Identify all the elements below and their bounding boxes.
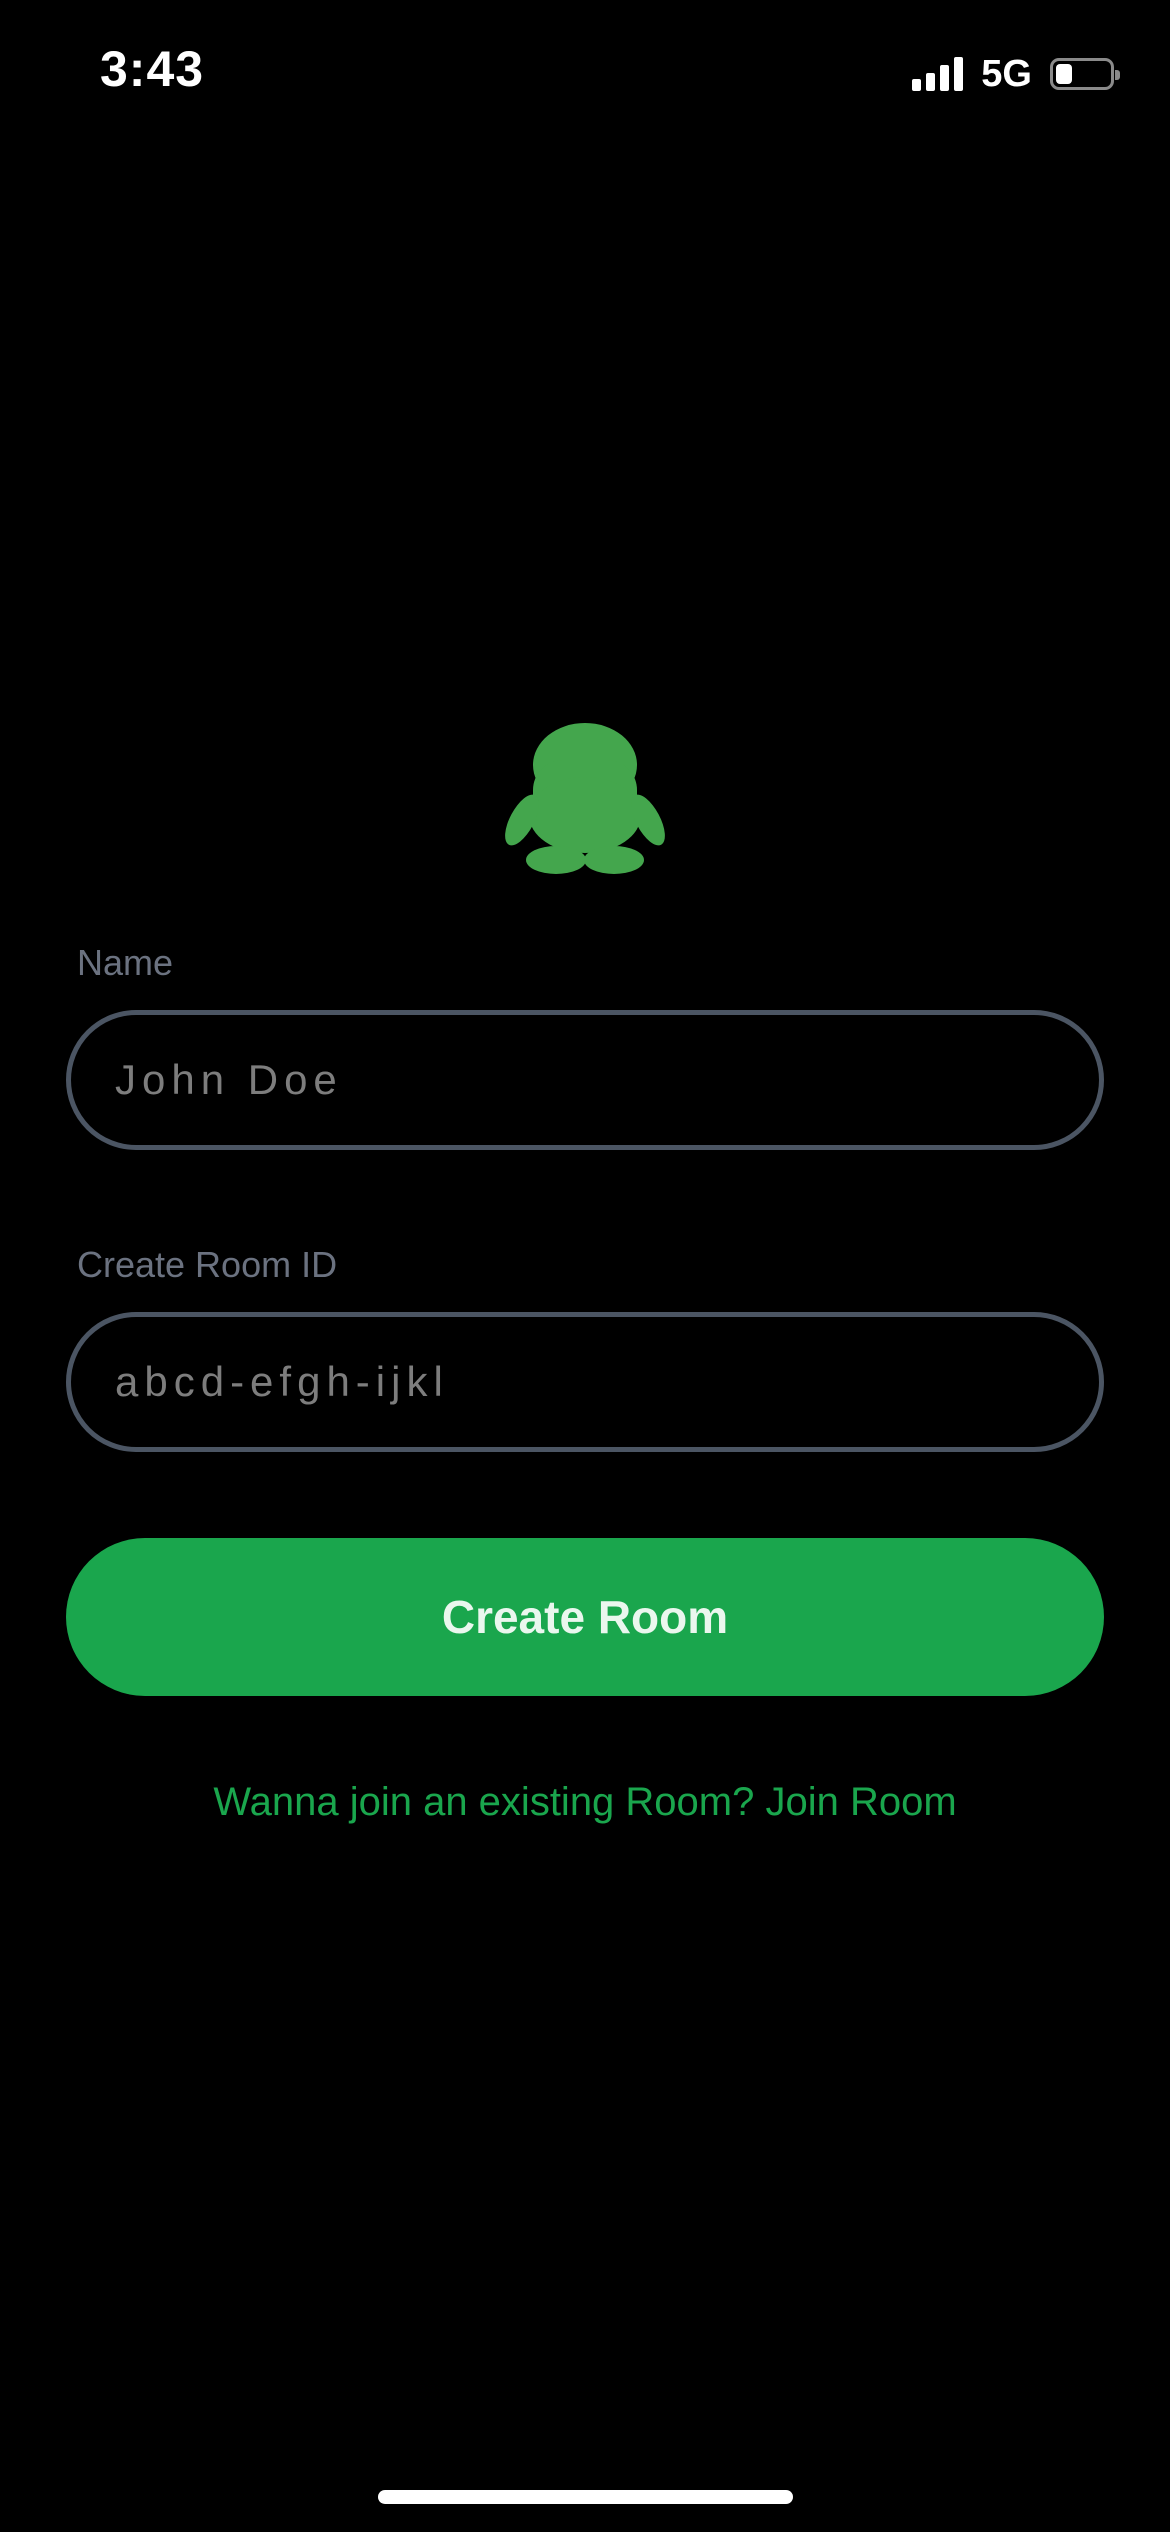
room-id-input[interactable]	[66, 1312, 1104, 1452]
cellular-signal-icon	[912, 57, 964, 91]
status-indicators: 5G	[912, 52, 1120, 96]
status-time: 3:43	[100, 41, 205, 97]
penguin-logo-icon	[505, 723, 665, 874]
join-room-link[interactable]: Wanna join an existing Room? Join Room	[0, 1780, 1170, 1825]
battery-icon	[1050, 58, 1120, 90]
status-bar: 3:43 5G	[0, 0, 1170, 150]
network-type: 5G	[981, 52, 1032, 95]
name-label: Name	[77, 942, 174, 983]
create-room-button[interactable]: Create Room	[66, 1538, 1104, 1696]
home-indicator[interactable]	[378, 2490, 793, 2504]
room-id-label: Create Room ID	[77, 1244, 338, 1285]
name-input[interactable]	[66, 1010, 1104, 1150]
